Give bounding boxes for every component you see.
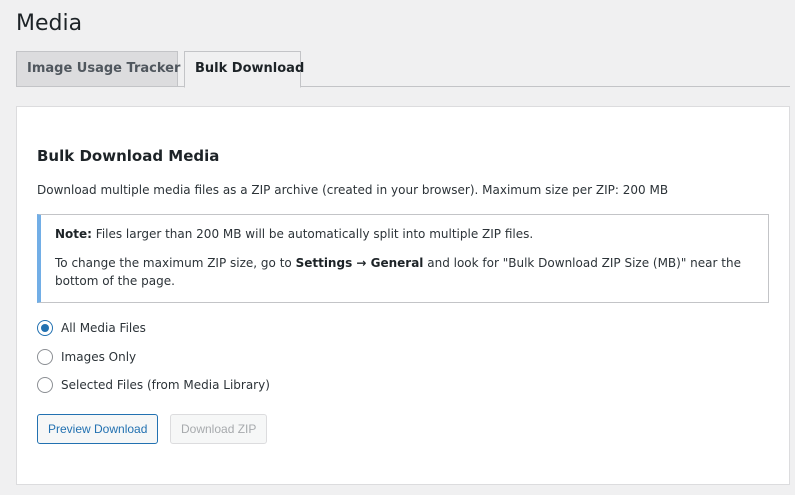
- option-selected-files-label: Selected Files (from Media Library): [61, 378, 270, 392]
- radio-images-only[interactable]: [37, 349, 53, 365]
- panel-description: Download multiple media files as a ZIP a…: [37, 183, 669, 197]
- option-images-only-label: Images Only: [61, 350, 137, 364]
- notice-settings-prefix: To change the maximum ZIP size, go to: [55, 256, 296, 270]
- option-all-media[interactable]: All Media Files: [37, 318, 146, 338]
- option-all-media-label: All Media Files: [61, 321, 146, 335]
- page-title: Media: [16, 11, 83, 36]
- info-notice: Note: Files larger than 200 MB will be a…: [37, 214, 769, 303]
- notice-note-text: Files larger than 200 MB will be automat…: [91, 227, 534, 241]
- preview-download-button[interactable]: Preview Download: [37, 414, 159, 444]
- notice-settings-path: Settings → General: [295, 256, 424, 270]
- option-selected-files[interactable]: Selected Files (from Media Library): [37, 375, 270, 395]
- radio-selected-files[interactable]: [37, 377, 53, 393]
- radio-all-media[interactable]: [37, 320, 53, 336]
- bulk-download-panel: Bulk Download Media Download multiple me…: [16, 106, 790, 485]
- option-images-only[interactable]: Images Only: [37, 347, 136, 367]
- tab-image-usage-tracker[interactable]: Image Usage Tracker: [16, 51, 180, 87]
- notice-settings-message: To change the maximum ZIP size, go to Se…: [55, 254, 754, 290]
- tab-bar: Image Usage Tracker Bulk Download: [16, 51, 790, 88]
- panel-heading: Bulk Download Media: [37, 147, 220, 165]
- download-zip-button: Download ZIP: [170, 414, 268, 444]
- notice-split-message: Note: Files larger than 200 MB will be a…: [55, 225, 754, 243]
- page: Media Image Usage Tracker Bulk Download …: [0, 0, 795, 495]
- notice-note-label: Note:: [55, 227, 92, 241]
- tab-bulk-download[interactable]: Bulk Download: [184, 51, 304, 88]
